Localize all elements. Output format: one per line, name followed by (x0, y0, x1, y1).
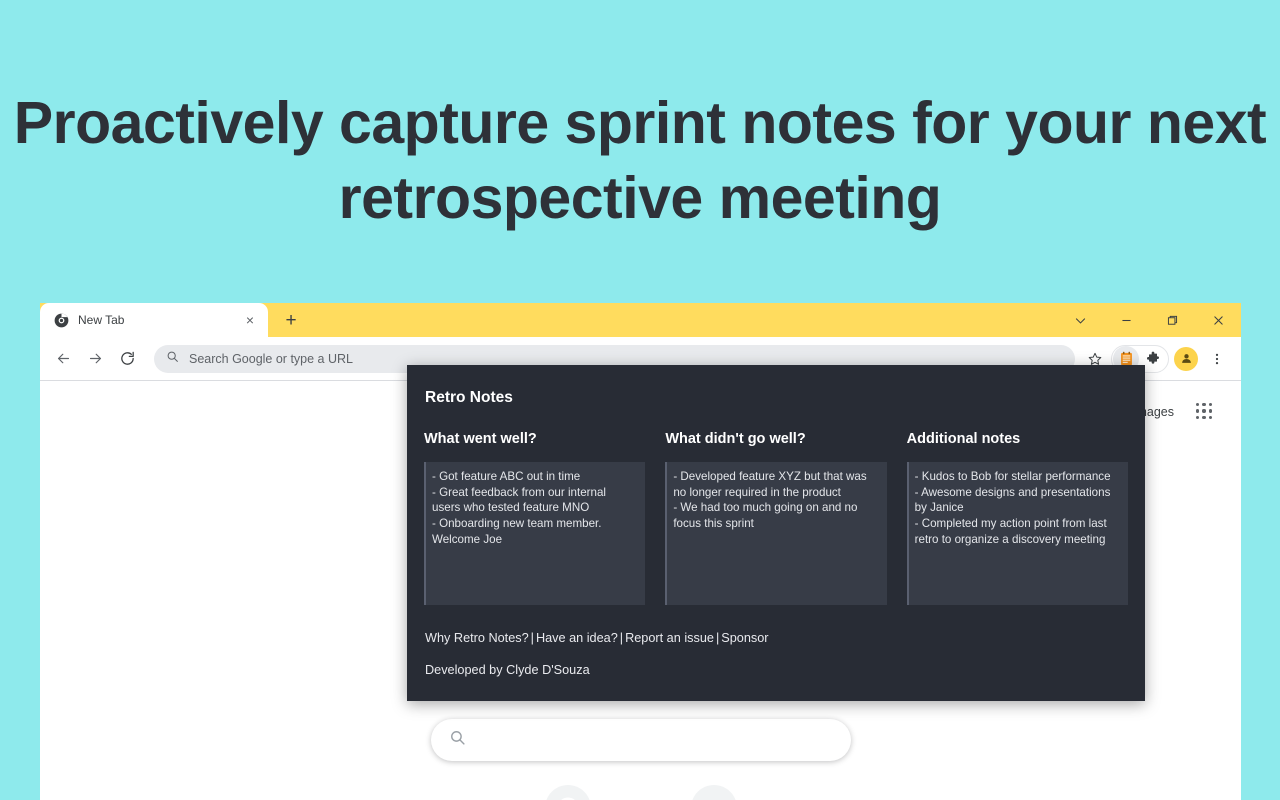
link-have-an-idea[interactable]: Have an idea? (536, 631, 618, 645)
link-report-an-issue[interactable]: Report an issue (625, 631, 714, 645)
reload-icon[interactable] (112, 344, 142, 374)
tab-strip: New Tab × + (40, 303, 1241, 337)
column-additional-notes: Additional notes - Kudos to Bob for stel… (906, 431, 1128, 605)
column-heading: What went well? (424, 431, 537, 447)
window-controls (1057, 303, 1241, 337)
popup-developer-credit: Developed by Clyde D'Souza (425, 663, 590, 677)
address-bar-placeholder: Search Google or type a URL (189, 351, 353, 366)
three-dot-menu-icon[interactable] (1203, 345, 1231, 373)
link-why-retro-notes[interactable]: Why Retro Notes? (425, 631, 529, 645)
retro-notes-popup: Retro Notes What went well? - Got featur… (407, 365, 1145, 701)
minimize-icon[interactable] (1103, 303, 1149, 337)
close-window-icon[interactable] (1195, 303, 1241, 337)
new-tab-button[interactable]: + (276, 305, 306, 335)
shortcut-add[interactable]: Add shortcut (669, 785, 759, 800)
google-apps-grid-icon[interactable] (1196, 403, 1213, 420)
close-icon[interactable]: × (242, 312, 258, 328)
new-tab-page-header: Images (1133, 403, 1213, 420)
chrome-web-store-icon (544, 785, 591, 800)
chevron-down-icon[interactable] (1057, 303, 1103, 337)
chrome-logo-icon (54, 313, 69, 328)
plus-icon (690, 785, 737, 800)
link-sponsor[interactable]: Sponsor (721, 631, 768, 645)
forward-arrow-icon[interactable] (80, 344, 110, 374)
column-heading: What didn't go well? (665, 431, 806, 447)
shortcut-web-store[interactable]: Web Store (523, 785, 613, 800)
tab-new-tab[interactable]: New Tab × (40, 303, 268, 337)
notes-textarea-didnt-go-well[interactable]: - Developed feature XYZ but that was no … (665, 462, 887, 605)
column-what-didnt-go-well: What didn't go well? - Developed feature… (665, 431, 887, 605)
page-title: Proactively capture sprint notes for you… (13, 90, 1267, 231)
footer-separator: | (619, 631, 624, 645)
notes-textarea-additional[interactable]: - Kudos to Bob for stellar performance -… (906, 462, 1128, 605)
column-what-went-well: What went well? - Got feature ABC out in… (424, 431, 646, 605)
profile-avatar-icon[interactable] (1174, 346, 1198, 371)
tab-title: New Tab (78, 313, 125, 327)
back-arrow-icon[interactable] (48, 344, 78, 374)
notes-columns: What went well? - Got feature ABC out in… (424, 431, 1128, 605)
notes-textarea-went-well[interactable]: - Got feature ABC out in time - Great fe… (424, 462, 646, 605)
shortcut-list: Web Store Add shortcut (523, 785, 759, 800)
maximize-icon[interactable] (1149, 303, 1195, 337)
new-tab-search-box[interactable] (430, 719, 851, 761)
footer-separator: | (530, 631, 534, 645)
popup-title: Retro Notes (425, 389, 513, 406)
search-icon (166, 350, 179, 368)
column-heading: Additional notes (906, 431, 1021, 447)
search-icon (449, 729, 466, 751)
popup-footer-links: Why Retro Notes? | Have an idea? | Report an… (424, 631, 1128, 645)
